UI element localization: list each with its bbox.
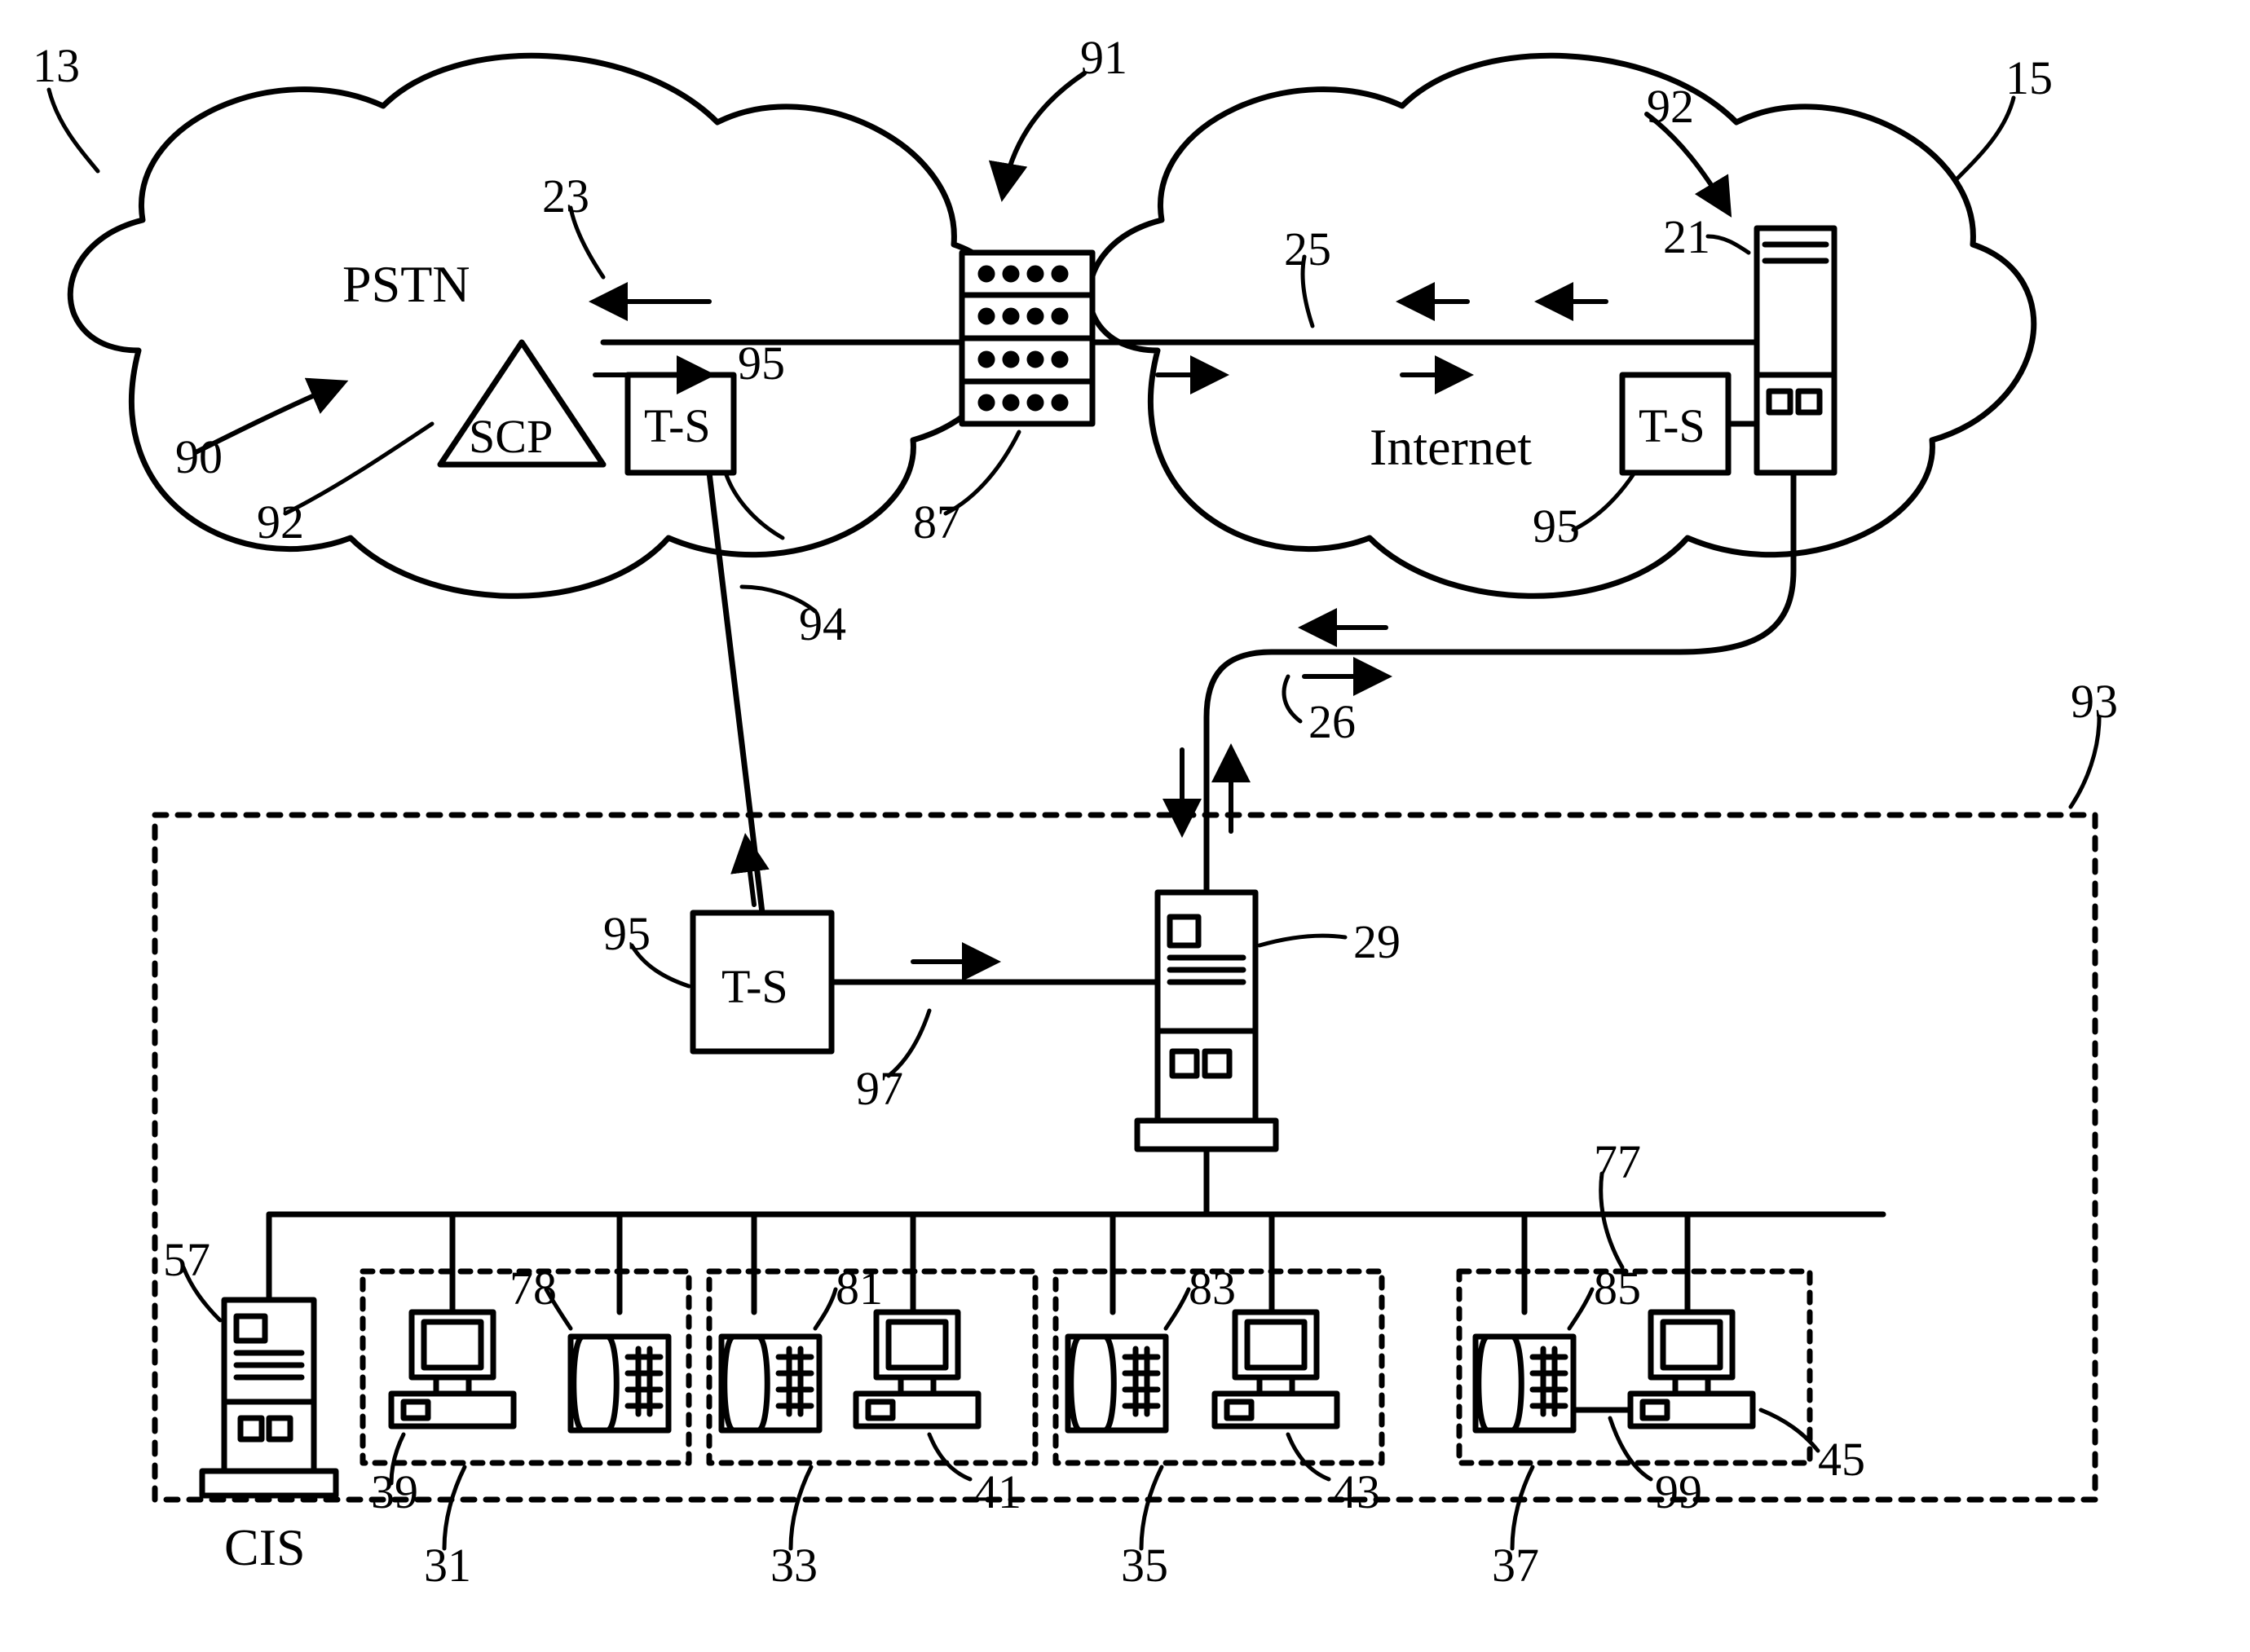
label-ts-1: T-S [644, 399, 711, 452]
label-26: 26 [1308, 695, 1356, 748]
callout-15 [1957, 98, 2014, 179]
callout-85 [1569, 1289, 1592, 1328]
callout-93 [2071, 717, 2099, 807]
label-90: 90 [175, 430, 223, 483]
computer-45 [1630, 1312, 1753, 1426]
label-95b: 95 [1533, 500, 1580, 553]
callout-95b [1573, 473, 1635, 530]
gateway-server [962, 253, 1092, 424]
callout-83 [1166, 1289, 1189, 1328]
label-23: 23 [542, 170, 589, 222]
callout-29 [1260, 936, 1345, 945]
label-95c: 95 [603, 907, 651, 960]
label-97: 97 [856, 1062, 903, 1115]
phone-78 [571, 1337, 668, 1430]
label-94: 94 [799, 597, 846, 650]
label-37: 37 [1492, 1539, 1539, 1592]
callout-13 [49, 90, 98, 171]
callout-43 [1288, 1434, 1329, 1479]
internet-server [1757, 228, 1834, 473]
callout-35 [1141, 1467, 1162, 1548]
computer-39 [391, 1312, 514, 1426]
label-92a: 92 [257, 496, 304, 548]
label-87: 87 [913, 496, 960, 548]
label-pstn: PSTN [342, 255, 470, 313]
label-ts-3: T-S [721, 960, 788, 1013]
lan-server [1137, 892, 1276, 1149]
label-ts-2: T-S [1639, 399, 1705, 452]
callout-92a [285, 424, 432, 513]
label-internet: Internet [1370, 418, 1532, 476]
label-85: 85 [1594, 1262, 1641, 1315]
label-21: 21 [1663, 210, 1710, 263]
label-43: 43 [1333, 1465, 1380, 1518]
phone-83 [1068, 1337, 1166, 1430]
label-92b: 92 [1647, 80, 1694, 133]
label-scp: SCP [469, 410, 553, 463]
label-77: 77 [1594, 1135, 1641, 1188]
label-57: 57 [163, 1233, 210, 1286]
callout-41 [929, 1434, 970, 1479]
label-39: 39 [371, 1465, 418, 1518]
cis-server [202, 1300, 336, 1496]
computer-43 [1215, 1312, 1337, 1426]
label-91: 91 [1080, 31, 1127, 84]
label-31: 31 [424, 1539, 471, 1592]
callout-37 [1512, 1467, 1533, 1548]
callout-26 [1284, 676, 1300, 721]
callout-21 [1708, 236, 1749, 253]
callout-95a [726, 473, 783, 538]
label-13: 13 [33, 39, 80, 92]
label-29: 29 [1353, 915, 1401, 968]
label-cis: CIS [224, 1518, 306, 1576]
label-15: 15 [2005, 51, 2053, 104]
diagram-root: 13 15 91 PSTN Internet SCP T-S T-S T-S 9… [0, 0, 2250, 1652]
label-25: 25 [1284, 222, 1331, 275]
label-93: 93 [2071, 675, 2118, 728]
label-41: 41 [974, 1465, 1021, 1518]
callout-33 [791, 1467, 811, 1548]
callout-81 [815, 1289, 836, 1328]
callout-91 [1003, 73, 1084, 196]
phone-81 [721, 1337, 819, 1430]
label-33: 33 [770, 1539, 818, 1592]
label-99: 99 [1655, 1465, 1702, 1518]
computer-41 [856, 1312, 978, 1426]
label-95a: 95 [738, 337, 785, 390]
label-45: 45 [1818, 1433, 1865, 1486]
phone-85 [1476, 1337, 1573, 1430]
label-35: 35 [1121, 1539, 1168, 1592]
label-83: 83 [1189, 1262, 1236, 1315]
pstn-cloud [70, 55, 1015, 596]
callout-31 [444, 1467, 465, 1548]
label-78: 78 [510, 1262, 557, 1315]
label-81: 81 [836, 1262, 883, 1315]
